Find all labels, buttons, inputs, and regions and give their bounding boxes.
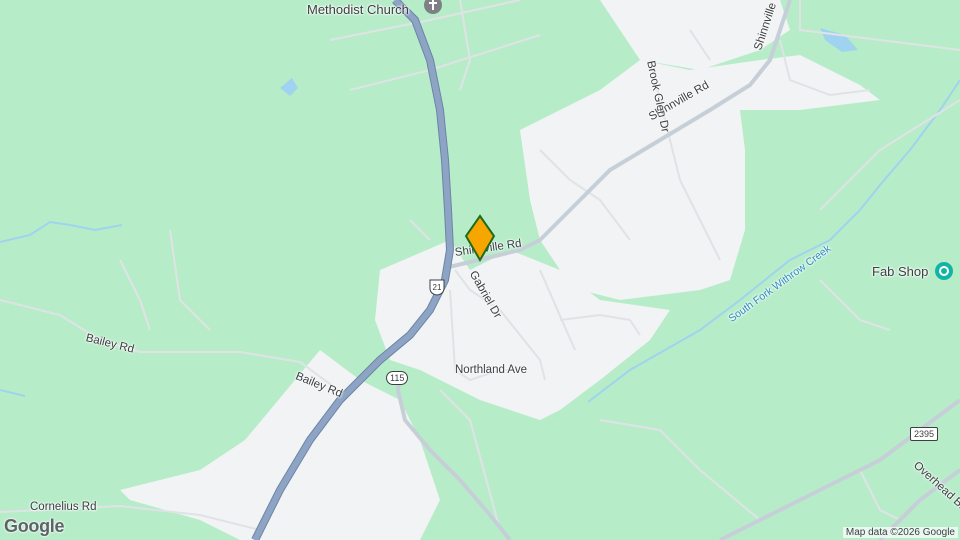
nc-115-shield: 115 xyxy=(386,371,409,385)
location-pin-icon[interactable] xyxy=(463,214,497,264)
map-base-layer xyxy=(0,0,960,540)
google-logo: Google xyxy=(4,516,65,536)
us-21-shield-text: 21 xyxy=(433,283,442,292)
northland-ave-label: Northland Ave xyxy=(455,364,528,376)
map-attribution[interactable]: Map data ©2026 Google xyxy=(842,527,958,538)
urban-areas xyxy=(120,0,880,540)
methodist-church-label[interactable]: Methodist Church xyxy=(307,2,409,17)
cornelius-rd-label: Cornelius Rd xyxy=(30,501,97,513)
sr-2395-shield: 2395 xyxy=(910,427,939,441)
shop-pin-icon[interactable] xyxy=(934,261,954,281)
church-pin-icon[interactable] xyxy=(423,0,443,15)
us-21-shield-icon: 21 xyxy=(429,279,445,296)
map-canvas[interactable]: Methodist Church Shinnville Rd Shinnvill… xyxy=(0,0,960,540)
fab-shop-label[interactable]: Fab Shop xyxy=(872,264,928,279)
